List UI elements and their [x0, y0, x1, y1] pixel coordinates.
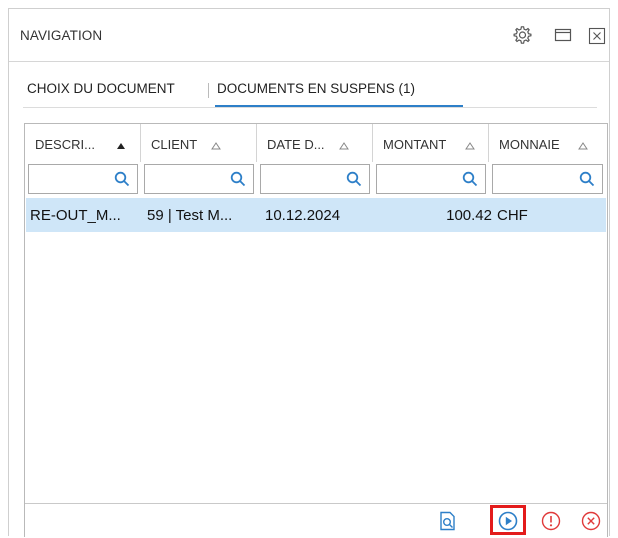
filter-input-client[interactable] — [144, 164, 254, 194]
filter-input-monnaie[interactable] — [492, 164, 603, 194]
sort-neutral-icon — [578, 138, 588, 150]
search-icon[interactable] — [579, 171, 595, 187]
filter-input-description[interactable] — [28, 164, 138, 194]
table-row[interactable]: RE-OUT_M... 59 | Test M... 10.12.2024 10… — [26, 198, 606, 232]
preview-icon[interactable] — [437, 510, 459, 532]
search-icon[interactable] — [114, 171, 130, 187]
window-icon[interactable] — [553, 25, 573, 45]
column-header-montant[interactable]: MONTANT — [373, 124, 489, 162]
cell-date: 10.12.2024 — [265, 207, 341, 224]
column-header-label: DESCRI... — [35, 137, 95, 152]
panel-title: NAVIGATION — [20, 28, 103, 43]
tab-separator — [208, 83, 209, 98]
play-icon[interactable] — [497, 510, 519, 532]
column-header-date[interactable]: DATE D... — [257, 124, 373, 162]
sort-neutral-icon — [465, 138, 475, 150]
grid-toolbar — [25, 503, 607, 537]
cell-montant: 100.42 — [446, 207, 492, 224]
sort-descending-icon — [116, 138, 126, 149]
column-header-label: DATE D... — [267, 137, 325, 152]
cell-monnaie: CHF — [497, 207, 528, 224]
grid-header-row: DESCRI... CLIENT DATE D... MONTANT MONNA… — [25, 124, 607, 162]
tab-choix-du-document[interactable]: CHOIX DU DOCUMENT — [27, 81, 175, 96]
navigation-panel: NAVIGATION CHOIX DU DOCUMENT DOCUMENTS E… — [8, 8, 610, 537]
cell-client: 59 | Test M... — [147, 207, 233, 224]
sort-neutral-icon — [211, 138, 221, 150]
gear-icon[interactable] — [512, 25, 532, 45]
column-header-label: CLIENT — [151, 137, 198, 152]
tab-documents-en-suspens[interactable]: DOCUMENTS EN SUSPENS (1) — [217, 81, 415, 96]
filter-row — [25, 162, 607, 196]
filter-input-montant[interactable] — [376, 164, 486, 194]
column-header-monnaie[interactable]: MONNAIE — [489, 124, 607, 162]
active-tab-indicator — [215, 105, 463, 107]
search-icon[interactable] — [462, 171, 478, 187]
cancel-icon[interactable] — [580, 510, 602, 532]
search-icon[interactable] — [230, 171, 246, 187]
sort-neutral-icon — [339, 138, 349, 150]
column-header-label: MONNAIE — [499, 137, 560, 152]
search-icon[interactable] — [346, 171, 362, 187]
column-header-description[interactable]: DESCRI... — [25, 124, 141, 162]
column-header-label: MONTANT — [383, 137, 447, 152]
panel-header: NAVIGATION — [9, 9, 609, 62]
cell-description: RE-OUT_M... — [30, 207, 121, 224]
column-header-client[interactable]: CLIENT — [141, 124, 257, 162]
warning-icon[interactable] — [540, 510, 562, 532]
close-icon[interactable] — [587, 26, 607, 46]
tab-bar: CHOIX DU DOCUMENT DOCUMENTS EN SUSPENS (… — [23, 73, 597, 108]
documents-grid: DESCRI... CLIENT DATE D... MONTANT MONNA… — [24, 123, 608, 537]
filter-input-date[interactable] — [260, 164, 370, 194]
